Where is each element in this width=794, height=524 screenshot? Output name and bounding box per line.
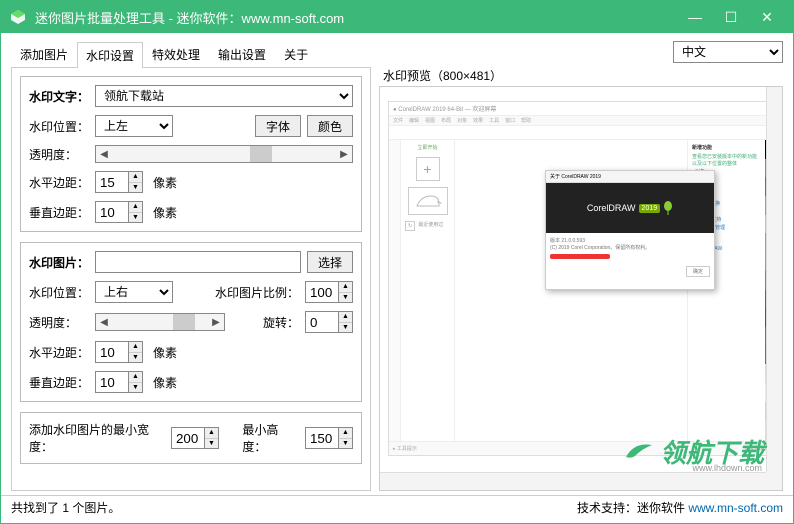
statusbar: 共找到了 1 个图片。 技术支持：迷你软件 www.mn-soft.com bbox=[1, 495, 793, 519]
tab-bar: 添加图片 水印设置 特效处理 输出设置 关于 bbox=[11, 41, 371, 68]
wm-pos-label: 水印位置： bbox=[29, 118, 89, 135]
wm-text-input[interactable]: 领航下载站 bbox=[95, 85, 353, 107]
close-button[interactable]: ✕ bbox=[749, 1, 785, 33]
unit-label: 像素 bbox=[153, 174, 177, 191]
preview-label: 水印预览（800×481） bbox=[379, 67, 783, 84]
img-pos-label: 水印位置： bbox=[29, 284, 89, 301]
preview-image: ● CorelDRAW 2019 64-Bit — 欢迎屏幕 文件编辑视图布局对… bbox=[388, 101, 774, 456]
text-watermark-group: 水印文字： 领航下载站 水印位置： 上左 字体 颜色 透明度： ◀ ▶ bbox=[20, 76, 362, 232]
brand-watermark: 领航下载 www.lhdown.com bbox=[624, 433, 764, 470]
img-vmargin-spinner[interactable]: ▲▼ bbox=[95, 371, 143, 393]
img-hmargin-spinner[interactable]: ▲▼ bbox=[95, 341, 143, 363]
pv-sidebar: 立即开始 + ↻最近使用过 bbox=[401, 140, 455, 441]
tab-add-image[interactable]: 添加图片 bbox=[11, 41, 77, 67]
img-vmargin-label: 垂直边距： bbox=[29, 374, 89, 391]
language-select[interactable]: 中文 bbox=[673, 41, 783, 63]
left-panel: 添加图片 水印设置 特效处理 输出设置 关于 水印文字： 领航下载站 水印位置：… bbox=[11, 41, 371, 491]
color-button[interactable]: 颜色 bbox=[307, 115, 353, 137]
img-opacity-slider[interactable]: ◀ ▶ bbox=[95, 313, 225, 331]
unit-label: 像素 bbox=[153, 344, 177, 361]
unit-label: 像素 bbox=[153, 374, 177, 391]
right-panel: 中文 水印预览（800×481） ● CorelDRAW 2019 64-Bit… bbox=[379, 41, 783, 491]
img-pos-select[interactable]: 上右 bbox=[95, 281, 173, 303]
pv-tool-rail bbox=[389, 140, 401, 441]
min-width-spinner[interactable]: ▲▼ bbox=[171, 427, 219, 449]
minimize-button[interactable]: ― bbox=[677, 1, 713, 33]
min-height-label: 最小高度： bbox=[242, 421, 299, 455]
titlebar: 迷你图片批量处理工具 - 迷你软件：www.mn-soft.com ― ☐ ✕ bbox=[1, 1, 793, 33]
tab-about[interactable]: 关于 bbox=[275, 41, 317, 67]
pv-canvas: 关于 CorelDRAW 2019 CorelDRAW 2019 版本 21.0… bbox=[455, 140, 687, 441]
hmargin-label: 水平边距： bbox=[29, 174, 89, 191]
img-ratio-spinner[interactable]: ▲▼ bbox=[305, 281, 353, 303]
text-opacity-slider[interactable]: ◀ ▶ bbox=[95, 145, 353, 163]
wm-image-path[interactable] bbox=[95, 251, 301, 273]
pv-about-dialog: 关于 CorelDRAW 2019 CorelDRAW 2019 版本 21.0… bbox=[545, 170, 715, 290]
balloon-icon bbox=[663, 201, 673, 215]
pv-window-title: ● CorelDRAW 2019 64-Bit — 欢迎屏幕 bbox=[389, 102, 773, 116]
wm-pos-select[interactable]: 上左 bbox=[95, 115, 173, 137]
min-size-group: 添加水印图片的最小宽度： ▲▼ 最小高度： ▲▼ bbox=[20, 412, 362, 464]
window-title: 迷你图片批量处理工具 - 迷你软件：www.mn-soft.com bbox=[35, 8, 677, 27]
img-hmargin-label: 水平边距： bbox=[29, 344, 89, 361]
pv-menubar: 文件编辑视图布局对象效果工具窗口帮助 bbox=[389, 116, 773, 126]
rotate-label: 旋转： bbox=[263, 314, 299, 331]
chevron-right-icon[interactable]: ▶ bbox=[336, 146, 352, 162]
text-vmargin-spinner[interactable]: ▲▼ bbox=[95, 201, 143, 223]
rotate-spinner[interactable]: ▲▼ bbox=[305, 311, 353, 333]
chevron-left-icon[interactable]: ◀ bbox=[96, 146, 112, 162]
wm-image-label: 水印图片： bbox=[29, 254, 89, 271]
tab-watermark[interactable]: 水印设置 bbox=[77, 42, 143, 68]
horizontal-scrollbar[interactable] bbox=[380, 472, 766, 490]
support-link[interactable]: www.mn-soft.com bbox=[688, 501, 783, 515]
chevron-right-icon[interactable]: ▶ bbox=[208, 314, 224, 330]
image-watermark-group: 水印图片： 选择 水印位置： 上右 水印图片比例： ▲▼ 透明度： ◀ bbox=[20, 242, 362, 402]
pv-toolbar bbox=[389, 126, 773, 140]
chevron-left-icon[interactable]: ◀ bbox=[96, 314, 112, 330]
opacity-label: 透明度： bbox=[29, 146, 89, 163]
vmargin-label: 垂直边距： bbox=[29, 204, 89, 221]
redacted-bar bbox=[550, 254, 610, 259]
support-text: 技术支持：迷你软件 www.mn-soft.com bbox=[577, 499, 783, 516]
status-text: 共找到了 1 个图片。 bbox=[11, 499, 120, 516]
preview-area: ● CorelDRAW 2019 64-Bit — 欢迎屏幕 文件编辑视图布局对… bbox=[379, 86, 783, 491]
app-logo-icon bbox=[9, 8, 27, 26]
tab-output[interactable]: 输出设置 bbox=[209, 41, 275, 67]
select-image-button[interactable]: 选择 bbox=[307, 251, 353, 273]
plus-icon: + bbox=[416, 157, 440, 181]
wm-text-label: 水印文字： bbox=[29, 88, 89, 105]
img-ratio-label: 水印图片比例： bbox=[215, 284, 299, 301]
wing-icon bbox=[624, 437, 654, 467]
unit-label: 像素 bbox=[153, 204, 177, 221]
text-hmargin-spinner[interactable]: ▲▼ bbox=[95, 171, 143, 193]
vertical-scrollbar[interactable] bbox=[766, 87, 782, 472]
pv-ok-button: 确定 bbox=[686, 266, 710, 277]
maximize-button[interactable]: ☐ bbox=[713, 1, 749, 33]
font-button[interactable]: 字体 bbox=[255, 115, 301, 137]
img-opacity-label: 透明度： bbox=[29, 314, 89, 331]
min-height-spinner[interactable]: ▲▼ bbox=[305, 427, 353, 449]
cap-icon bbox=[408, 187, 448, 215]
min-width-label: 添加水印图片的最小宽度： bbox=[29, 421, 165, 455]
tab-effects[interactable]: 特效处理 bbox=[143, 41, 209, 67]
